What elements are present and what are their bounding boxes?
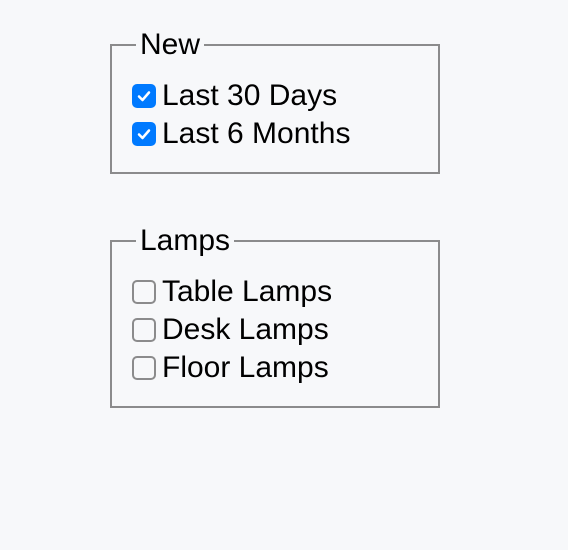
legend-lamps: Lamps (136, 226, 234, 256)
checkbox-last-6-months[interactable] (132, 122, 156, 146)
checkbox-row-table-lamps: Table Lamps (132, 274, 418, 310)
fieldset-lamps: Lamps Table Lamps Desk Lamps Floor Lamps (110, 226, 440, 408)
checkbox-desk-lamps[interactable] (132, 318, 156, 342)
fieldset-new: New Last 30 Days Last 6 Months (110, 30, 440, 174)
checkbox-row-desk-lamps: Desk Lamps (132, 312, 418, 348)
legend-new: New (136, 30, 204, 60)
checkbox-row-last-30-days: Last 30 Days (132, 78, 418, 114)
checkbox-row-floor-lamps: Floor Lamps (132, 350, 418, 386)
label-table-lamps: Table Lamps (162, 274, 332, 310)
label-floor-lamps: Floor Lamps (162, 350, 329, 386)
checkbox-row-last-6-months: Last 6 Months (132, 116, 418, 152)
label-last-6-months: Last 6 Months (162, 116, 350, 152)
label-last-30-days: Last 30 Days (162, 78, 337, 114)
check-icon (136, 88, 152, 104)
check-icon (136, 126, 152, 142)
label-desk-lamps: Desk Lamps (162, 312, 329, 348)
checkbox-floor-lamps[interactable] (132, 356, 156, 380)
checkbox-table-lamps[interactable] (132, 280, 156, 304)
checkbox-last-30-days[interactable] (132, 84, 156, 108)
